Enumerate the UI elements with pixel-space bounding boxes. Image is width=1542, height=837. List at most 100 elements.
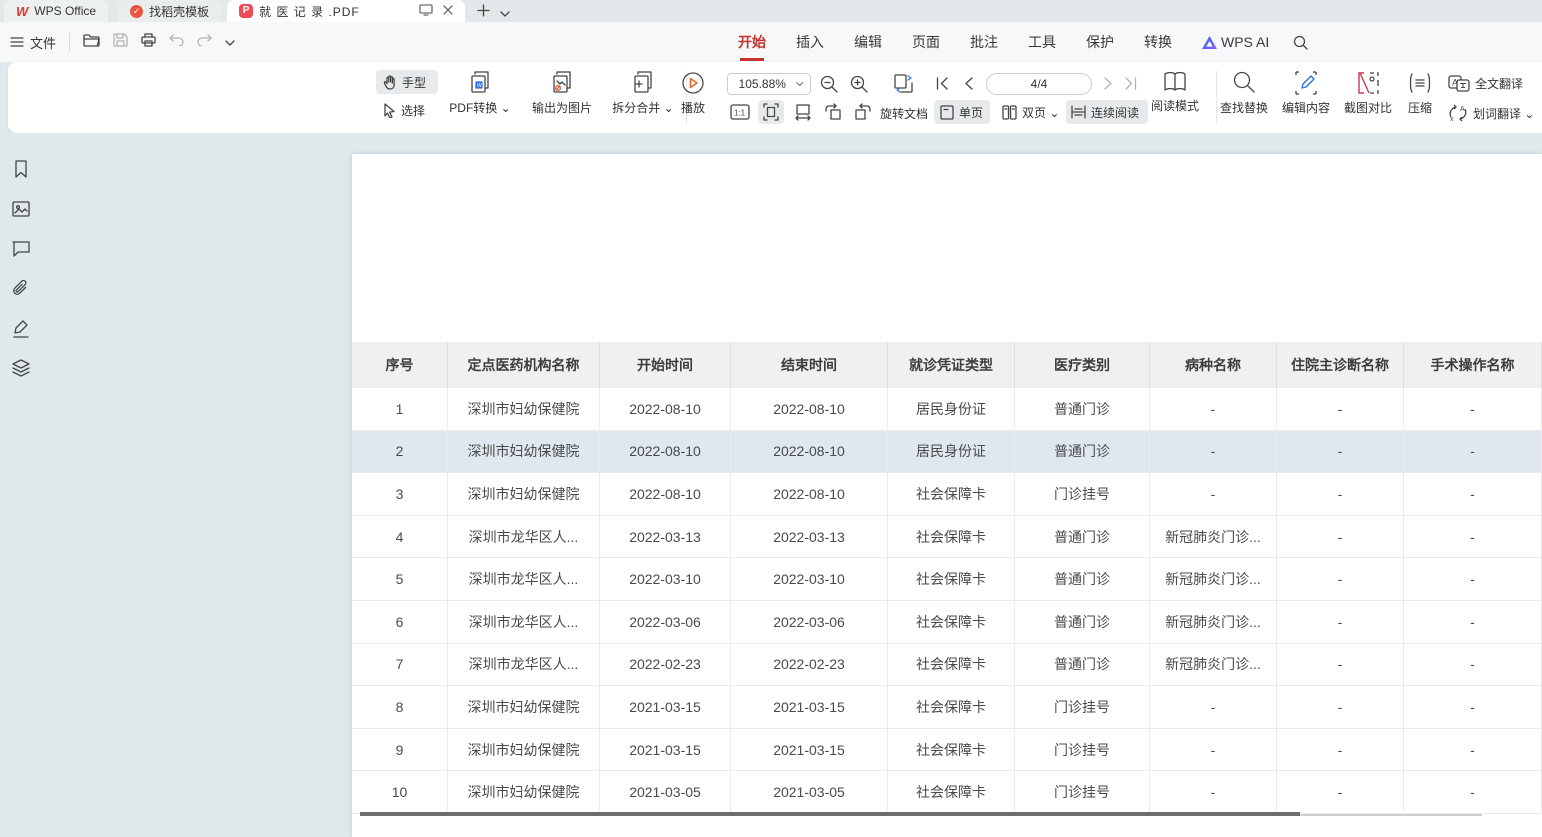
- double-page-button[interactable]: 双页 ⌄: [998, 100, 1062, 124]
- page-indicator-box[interactable]: [986, 73, 1092, 95]
- table-cell: 新冠肺炎门诊...: [1150, 558, 1277, 601]
- tab-docer-templates[interactable]: ✓ 找稻壳模板: [118, 0, 221, 22]
- pdf-convert-button[interactable]: W PDF转换 ⌄: [440, 70, 520, 116]
- zoom-chevron-icon[interactable]: [796, 81, 804, 87]
- undo-icon[interactable]: [169, 33, 184, 51]
- signature-panel-icon[interactable]: [11, 319, 31, 339]
- ribbon-search-icon[interactable]: [1293, 35, 1308, 50]
- table-cell: 2021-03-15: [600, 729, 731, 772]
- tab-wps-home[interactable]: W WPS Office: [4, 0, 108, 22]
- actual-size-button[interactable]: 1:1: [728, 100, 752, 124]
- open-file-icon[interactable]: [83, 33, 100, 52]
- ribbon-tab-insert[interactable]: 插入: [796, 32, 824, 52]
- table-row[interactable]: 1深圳市妇幼保健院2022-08-102022-08-10居民身份证普通门诊--…: [352, 388, 1542, 431]
- pdf-page[interactable]: 序号定点医药机构名称开始时间结束时间就诊凭证类型医疗类别病种名称住院主诊断名称手…: [352, 154, 1542, 837]
- table-cell: -: [1150, 388, 1277, 431]
- zoom-level-input[interactable]: [728, 77, 796, 91]
- cast-screen-icon[interactable]: [419, 4, 433, 19]
- table-cell: -: [1404, 431, 1542, 474]
- bookmark-panel-icon[interactable]: [11, 159, 31, 179]
- ribbon-tab-home[interactable]: 开始: [738, 32, 766, 52]
- edit-content-label: 编辑内容: [1282, 99, 1330, 116]
- rotate-left-button[interactable]: [820, 100, 846, 124]
- select-tool-button[interactable]: 选择: [376, 98, 438, 122]
- rotate-doc-label[interactable]: 旋转文档: [880, 105, 928, 122]
- ribbon-tab-convert[interactable]: 转换: [1144, 32, 1172, 52]
- table-cell: -: [1277, 686, 1404, 729]
- play-button[interactable]: 播放: [670, 70, 716, 116]
- play-icon: [681, 70, 705, 96]
- table-row[interactable]: 9深圳市妇幼保健院2021-03-152021-03-15社会保障卡门诊挂号--…: [352, 729, 1542, 772]
- zoom-in-icon[interactable]: [850, 75, 868, 98]
- read-mode-button[interactable]: 阅读模式: [1146, 70, 1204, 114]
- quick-access-chevron-icon[interactable]: [225, 33, 235, 51]
- table-cell: -: [1277, 388, 1404, 431]
- new-tab-button[interactable]: [477, 4, 490, 22]
- next-page-icon[interactable]: [1104, 77, 1113, 95]
- page-indicator-input[interactable]: [987, 77, 1091, 91]
- table-row[interactable]: 4深圳市龙华区人...2022-03-132022-03-13社会保障卡普通门诊…: [352, 516, 1542, 559]
- single-page-button[interactable]: 单页: [934, 100, 990, 124]
- zoom-level-combobox[interactable]: [727, 73, 811, 95]
- attachment-panel-icon[interactable]: [11, 279, 31, 299]
- print-icon[interactable]: [141, 33, 156, 52]
- last-page-icon[interactable]: [1124, 77, 1137, 95]
- redo-icon[interactable]: [197, 33, 212, 51]
- column-header: 手术操作名称: [1404, 342, 1542, 388]
- table-cell: -: [1150, 431, 1277, 474]
- table-row[interactable]: 7深圳市龙华区人...2022-02-232022-02-23社会保障卡普通门诊…: [352, 644, 1542, 687]
- table-row[interactable]: 10深圳市妇幼保健院2021-03-052021-03-05社会保障卡门诊挂号-…: [352, 771, 1542, 814]
- close-tab-icon[interactable]: [443, 4, 453, 18]
- find-replace-button[interactable]: 查找替换: [1212, 70, 1276, 116]
- full-translate-button[interactable]: A 全文翻译: [1448, 72, 1523, 94]
- table-cell: 9: [352, 729, 448, 772]
- fit-page-button[interactable]: [758, 100, 784, 124]
- layers-panel-icon[interactable]: [11, 358, 31, 378]
- ribbon-tab-tools[interactable]: 工具: [1028, 32, 1056, 52]
- tab-document-pdf[interactable]: P 就 医 记 录 .PDF: [227, 0, 465, 22]
- word-translate-button[interactable]: Ax 划词翻译 ⌄: [1448, 102, 1534, 124]
- rotate-pages-icon[interactable]: [892, 72, 916, 101]
- svg-text:x: x: [1450, 116, 1454, 122]
- file-menu-button[interactable]: 文件: [10, 33, 56, 52]
- table-row[interactable]: 5深圳市龙华区人...2022-03-102022-03-10社会保障卡普通门诊…: [352, 558, 1542, 601]
- compress-button[interactable]: 压缩: [1398, 70, 1442, 116]
- ribbon-tab-comment[interactable]: 批注: [970, 32, 998, 52]
- table-row[interactable]: 6深圳市龙华区人...2022-03-062022-03-06社会保障卡普通门诊…: [352, 601, 1542, 644]
- ribbon-tab-page[interactable]: 页面: [912, 32, 940, 52]
- table-cell: 2022-08-10: [600, 473, 731, 516]
- file-menu-label: 文件: [30, 33, 56, 52]
- ribbon-tab-protect[interactable]: 保护: [1086, 32, 1114, 52]
- previous-page-icon[interactable]: [964, 77, 973, 95]
- svg-text:1:1: 1:1: [734, 109, 746, 118]
- table-row[interactable]: 2深圳市妇幼保健院2022-08-102022-08-10居民身份证普通门诊--…: [352, 431, 1542, 474]
- wps-ai-logo-icon: [1202, 36, 1217, 49]
- pdf-convert-icon: W: [468, 70, 492, 96]
- screenshot-compare-button[interactable]: 截图对比: [1336, 70, 1400, 116]
- first-page-icon[interactable]: [936, 77, 949, 95]
- comment-panel-icon[interactable]: [11, 239, 31, 259]
- save-icon[interactable]: [113, 33, 128, 52]
- fit-width-icon: [794, 103, 812, 121]
- table-cell: 普通门诊: [1015, 644, 1150, 687]
- thumbnail-panel-icon[interactable]: [11, 199, 31, 219]
- table-cell: 深圳市妇幼保健院: [448, 473, 600, 516]
- table-cell: 2022-08-10: [731, 388, 888, 431]
- zoom-out-icon[interactable]: [820, 75, 838, 98]
- ribbon-tab-wps-ai[interactable]: WPS AI: [1202, 34, 1269, 50]
- edit-content-button[interactable]: 编辑内容: [1274, 70, 1338, 116]
- fit-width-button[interactable]: [790, 100, 816, 124]
- select-tool-label: 选择: [401, 102, 425, 119]
- table-row[interactable]: 3深圳市妇幼保健院2022-08-102022-08-10社会保障卡门诊挂号--…: [352, 473, 1542, 516]
- tab-list-chevron-icon[interactable]: [500, 4, 510, 22]
- export-image-button[interactable]: 输出为图片: [520, 70, 604, 116]
- table-cell: 普通门诊: [1015, 558, 1150, 601]
- table-row[interactable]: 8深圳市妇幼保健院2021-03-152021-03-15社会保障卡门诊挂号--…: [352, 686, 1542, 729]
- continuous-read-button[interactable]: 连续阅读: [1066, 100, 1148, 124]
- ribbon-tab-edit[interactable]: 编辑: [854, 32, 882, 52]
- embedded-scrollbar-thumb[interactable]: [360, 812, 1300, 816]
- table-cell: 8: [352, 686, 448, 729]
- rotate-right-button[interactable]: [850, 100, 876, 124]
- table-cell: 2022-03-10: [600, 558, 731, 601]
- hand-tool-button[interactable]: 手型: [376, 70, 438, 94]
